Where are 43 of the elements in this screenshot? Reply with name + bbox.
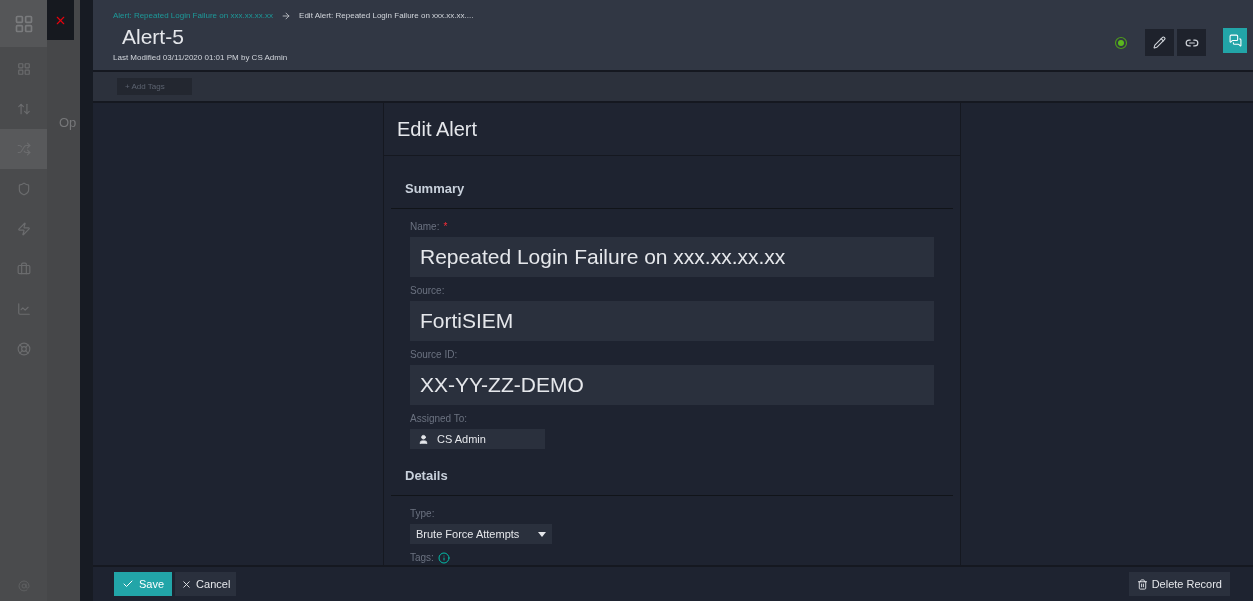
logo-icon <box>13 13 34 34</box>
field-label: Assigned To: <box>410 413 468 425</box>
type-dropdown[interactable]: Brute Force Attempts <box>410 524 552 544</box>
section-title: Summary <box>405 181 465 196</box>
chart-icon <box>16 302 31 316</box>
sidebar-item[interactable] <box>0 129 47 169</box>
info-icon[interactable] <box>437 552 450 564</box>
dashboard-icon <box>16 62 31 76</box>
record-title: Alert-5 <box>121 24 185 50</box>
chat-button[interactable] <box>1223 28 1247 53</box>
delete-record-button[interactable]: Delete Record <box>1128 572 1230 596</box>
user-name: CS Admin <box>437 431 486 447</box>
close-icon <box>181 578 193 590</box>
text-field[interactable]: XX-YY-ZZ-DEMO <box>410 365 934 405</box>
pencil-icon <box>1153 36 1166 49</box>
check-icon <box>122 578 134 590</box>
last-modified-text: Last Modified 03/11/2020 01:01 PM by CS Admin <box>113 52 289 64</box>
field-label: Type: <box>410 508 435 520</box>
breadcrumb-arrow-icon <box>281 11 292 21</box>
field-label: Source: <box>410 285 445 297</box>
edit-button[interactable] <box>1145 29 1174 56</box>
field-label: Source ID: <box>410 349 458 361</box>
briefcase-icon <box>16 262 31 276</box>
link-button[interactable] <box>1177 29 1206 56</box>
field-label: Name: <box>410 221 440 233</box>
breadcrumb-current: Edit Alert: Repeated Login Failure on xxx.xx.xx.... <box>299 10 474 22</box>
required-mark: * <box>443 221 448 233</box>
dropdown-caret-icon <box>538 531 546 537</box>
text-field[interactable]: FortiSIEM <box>410 301 934 341</box>
cancel-button[interactable]: Cancel <box>175 572 237 596</box>
lightning-icon <box>16 222 31 236</box>
user-field[interactable]: CS Admin <box>410 429 545 449</box>
text-field[interactable]: Repeated Login Failure on xxx.xx.xx.xx <box>410 237 934 277</box>
lifebuoy-icon <box>16 342 31 356</box>
status-indicator-icon <box>1114 35 1128 50</box>
trash-icon <box>1136 578 1148 590</box>
user-icon <box>418 433 429 445</box>
breadcrumb-link[interactable]: Alert: Repeated Login Failure on xxx.xx.xx.xx <box>113 10 274 22</box>
shield-icon <box>16 182 31 196</box>
chat-icon <box>1228 34 1242 47</box>
sort-icon <box>16 102 31 116</box>
section-title: Details <box>405 468 448 483</box>
field-label: Tags: <box>410 552 434 564</box>
